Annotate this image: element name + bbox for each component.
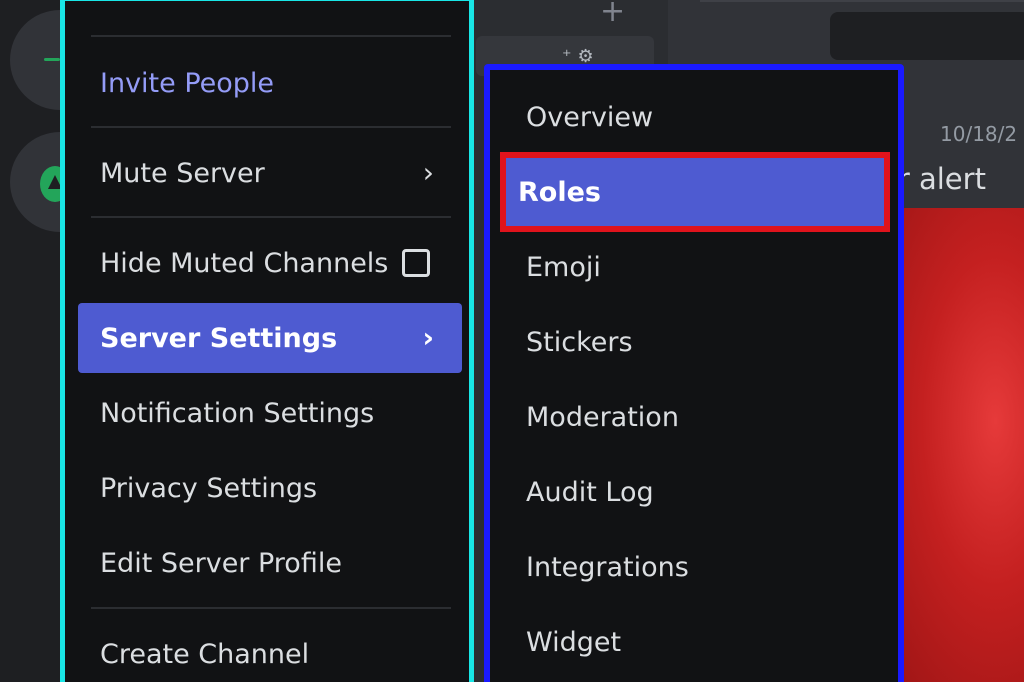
edit-server-profile-item[interactable]: Edit Server Profile (78, 528, 462, 598)
submenu-item-label: Overview (526, 101, 654, 133)
server-settings-item[interactable]: Server Settings › (78, 303, 462, 373)
checkbox-icon[interactable] (402, 249, 430, 277)
menu-item-label: Notification Settings (100, 397, 375, 429)
submenu-item-label: Stickers (526, 326, 633, 358)
menu-item-label: Server Settings (100, 322, 338, 354)
menu-item-label: Edit Server Profile (100, 547, 342, 579)
submenu-item-label: Integrations (526, 551, 689, 583)
submenu-item-audit-log[interactable]: Audit Log (504, 457, 884, 527)
menu-divider (91, 35, 451, 37)
message-timestamp: 10/18/2 (940, 122, 1018, 146)
mute-server-item[interactable]: Mute Server › (78, 138, 462, 208)
submenu-item-moderation[interactable]: Moderation (504, 382, 884, 452)
notification-settings-item[interactable]: Notification Settings (78, 378, 462, 448)
server-settings-submenu: Overview Roles Emoji Stickers Moderation… (484, 64, 904, 682)
privacy-settings-item[interactable]: Privacy Settings (78, 453, 462, 523)
submenu-item-widget[interactable]: Widget (504, 607, 884, 677)
submenu-item-overview[interactable]: Overview (504, 82, 884, 152)
add-server-icon[interactable] (44, 58, 60, 61)
server-rail (0, 0, 110, 682)
hide-muted-channels-item[interactable]: Hide Muted Channels (78, 228, 462, 298)
menu-item-label: Mute Server (100, 157, 265, 189)
submenu-item-integrations[interactable]: Integrations (504, 532, 884, 602)
menu-divider (91, 607, 451, 609)
menu-divider (91, 126, 451, 128)
create-channel-icon[interactable]: + (600, 0, 625, 29)
server-context-menu: Invite People Mute Server › Hide Muted C… (60, 0, 474, 682)
submenu-item-label: Emoji (526, 251, 601, 283)
submenu-item-emoji[interactable]: Emoji (504, 232, 884, 302)
create-channel-item[interactable]: Create Channel (78, 619, 462, 682)
invite-people-item[interactable]: Invite People (78, 48, 462, 118)
menu-item-label: Hide Muted Channels (100, 247, 389, 279)
submenu-item-stickers[interactable]: Stickers (504, 307, 884, 377)
chat-header-divider (700, 0, 1024, 2)
submenu-item-roles[interactable]: Roles (500, 152, 890, 232)
search-input[interactable] (830, 12, 1024, 60)
menu-item-label: Privacy Settings (100, 472, 318, 504)
submenu-item-label: Audit Log (526, 476, 654, 508)
chevron-right-icon: › (422, 156, 434, 189)
submenu-item-label: Roles (518, 176, 601, 208)
menu-divider (91, 216, 451, 218)
submenu-item-label: Moderation (526, 401, 679, 433)
menu-item-label: Invite People (100, 67, 275, 99)
submenu-item-label: Widget (526, 626, 622, 658)
menu-item-label: Create Channel (100, 638, 310, 670)
chevron-right-icon: › (422, 321, 434, 354)
